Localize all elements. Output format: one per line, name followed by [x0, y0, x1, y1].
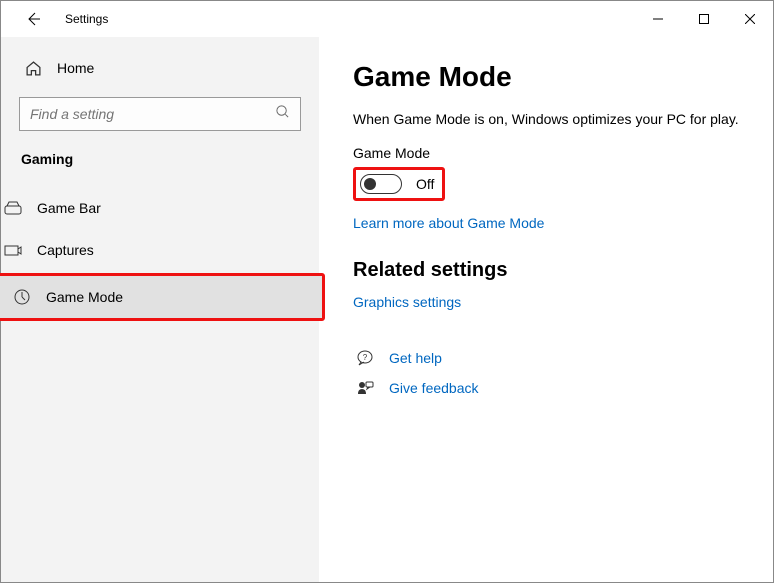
game-bar-icon [3, 201, 23, 215]
sidebar-item-label: Game Bar [37, 200, 101, 216]
help-icon: ? [353, 350, 377, 366]
page-title: Game Mode [353, 61, 739, 93]
maximize-button[interactable] [681, 3, 727, 35]
sidebar-item-game-mode[interactable]: Game Mode [0, 276, 322, 318]
game-mode-icon [12, 289, 32, 305]
home-icon [23, 60, 43, 77]
search-icon [275, 104, 290, 124]
sidebar-item-label: Game Mode [46, 289, 123, 305]
home-link[interactable]: Home [19, 49, 301, 87]
main-panel: Game Mode When Game Mode is on, Windows … [319, 37, 773, 582]
captures-icon [3, 243, 23, 257]
page-description: When Game Mode is on, Windows optimizes … [353, 111, 739, 127]
toggle-label: Game Mode [353, 145, 739, 161]
related-heading: Related settings [353, 259, 739, 282]
toggle-state: Off [416, 176, 434, 192]
sidebar: Home Gaming Game Bar Captures [1, 37, 319, 582]
svg-text:?: ? [363, 353, 368, 362]
close-button[interactable] [727, 3, 773, 35]
feedback-icon [353, 380, 377, 396]
search-input[interactable] [30, 106, 275, 122]
sidebar-item-label: Captures [37, 242, 94, 258]
sidebar-item-game-bar[interactable]: Game Bar [0, 187, 337, 229]
game-mode-toggle[interactable] [360, 174, 402, 194]
back-button[interactable] [19, 5, 47, 33]
learn-more-link[interactable]: Learn more about Game Mode [353, 215, 739, 231]
sidebar-item-captures[interactable]: Captures [0, 229, 337, 271]
give-feedback-link[interactable]: Give feedback [389, 380, 479, 396]
category-heading: Gaming [19, 151, 301, 167]
get-help-link[interactable]: Get help [389, 350, 442, 366]
home-label: Home [57, 60, 94, 76]
minimize-button[interactable] [635, 3, 681, 35]
graphics-settings-link[interactable]: Graphics settings [353, 294, 739, 310]
window-title: Settings [65, 12, 108, 26]
toggle-knob [364, 178, 376, 190]
search-box[interactable] [19, 97, 301, 131]
